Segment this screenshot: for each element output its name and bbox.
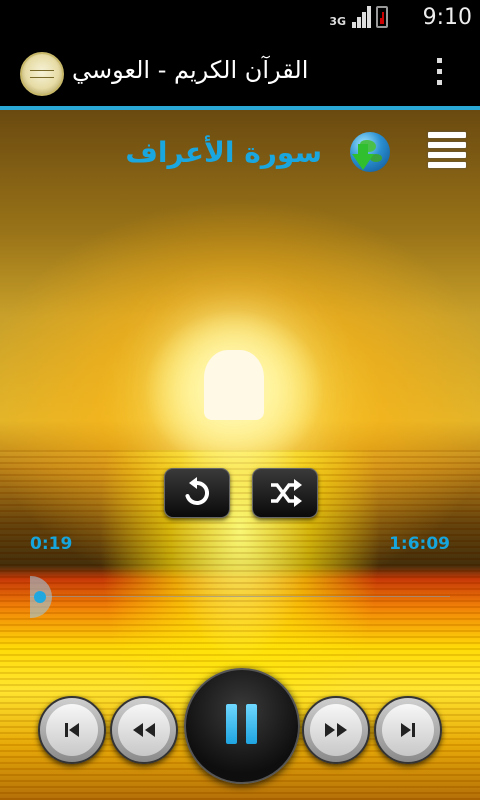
signal-icon [352, 6, 371, 28]
app-logo[interactable] [20, 52, 64, 96]
total-duration: 1:6:09 [389, 534, 450, 554]
app-title: القرآن الكريم - العوسي [72, 56, 309, 84]
surah-title: سورة الأعراف [125, 136, 322, 169]
player-area: سورة الأعراف 0:19 1:6:09 [0, 110, 480, 800]
status-clock: 9:10 [422, 5, 472, 30]
battery-icon [376, 6, 388, 28]
overflow-menu-icon[interactable] [436, 58, 444, 88]
pause-icon [226, 704, 237, 744]
rewind-button[interactable] [110, 696, 178, 764]
shuffle-button[interactable] [252, 468, 318, 518]
menu-icon[interactable] [428, 132, 466, 176]
action-bar: القرآن الكريم - العوسي [0, 38, 480, 106]
previous-button[interactable] [38, 696, 106, 764]
rewind-icon [133, 723, 155, 737]
seek-bar[interactable] [30, 596, 450, 597]
next-button[interactable] [374, 696, 442, 764]
background-sun [204, 350, 264, 420]
network-type: 3G [329, 15, 346, 28]
shuffle-icon [271, 479, 302, 507]
skip-previous-icon [65, 723, 79, 737]
repeat-button[interactable] [164, 468, 230, 518]
fast-forward-icon [325, 723, 347, 737]
status-icons: 3G [329, 6, 388, 28]
repeat-icon [185, 477, 210, 505]
elapsed-time: 0:19 [30, 534, 73, 554]
seek-thumb[interactable] [34, 591, 46, 603]
fast-forward-button[interactable] [302, 696, 370, 764]
status-bar: 3G 9:10 [0, 0, 480, 38]
globe-download-icon[interactable] [350, 132, 394, 176]
skip-next-icon [401, 723, 415, 737]
pause-button[interactable] [184, 668, 300, 784]
